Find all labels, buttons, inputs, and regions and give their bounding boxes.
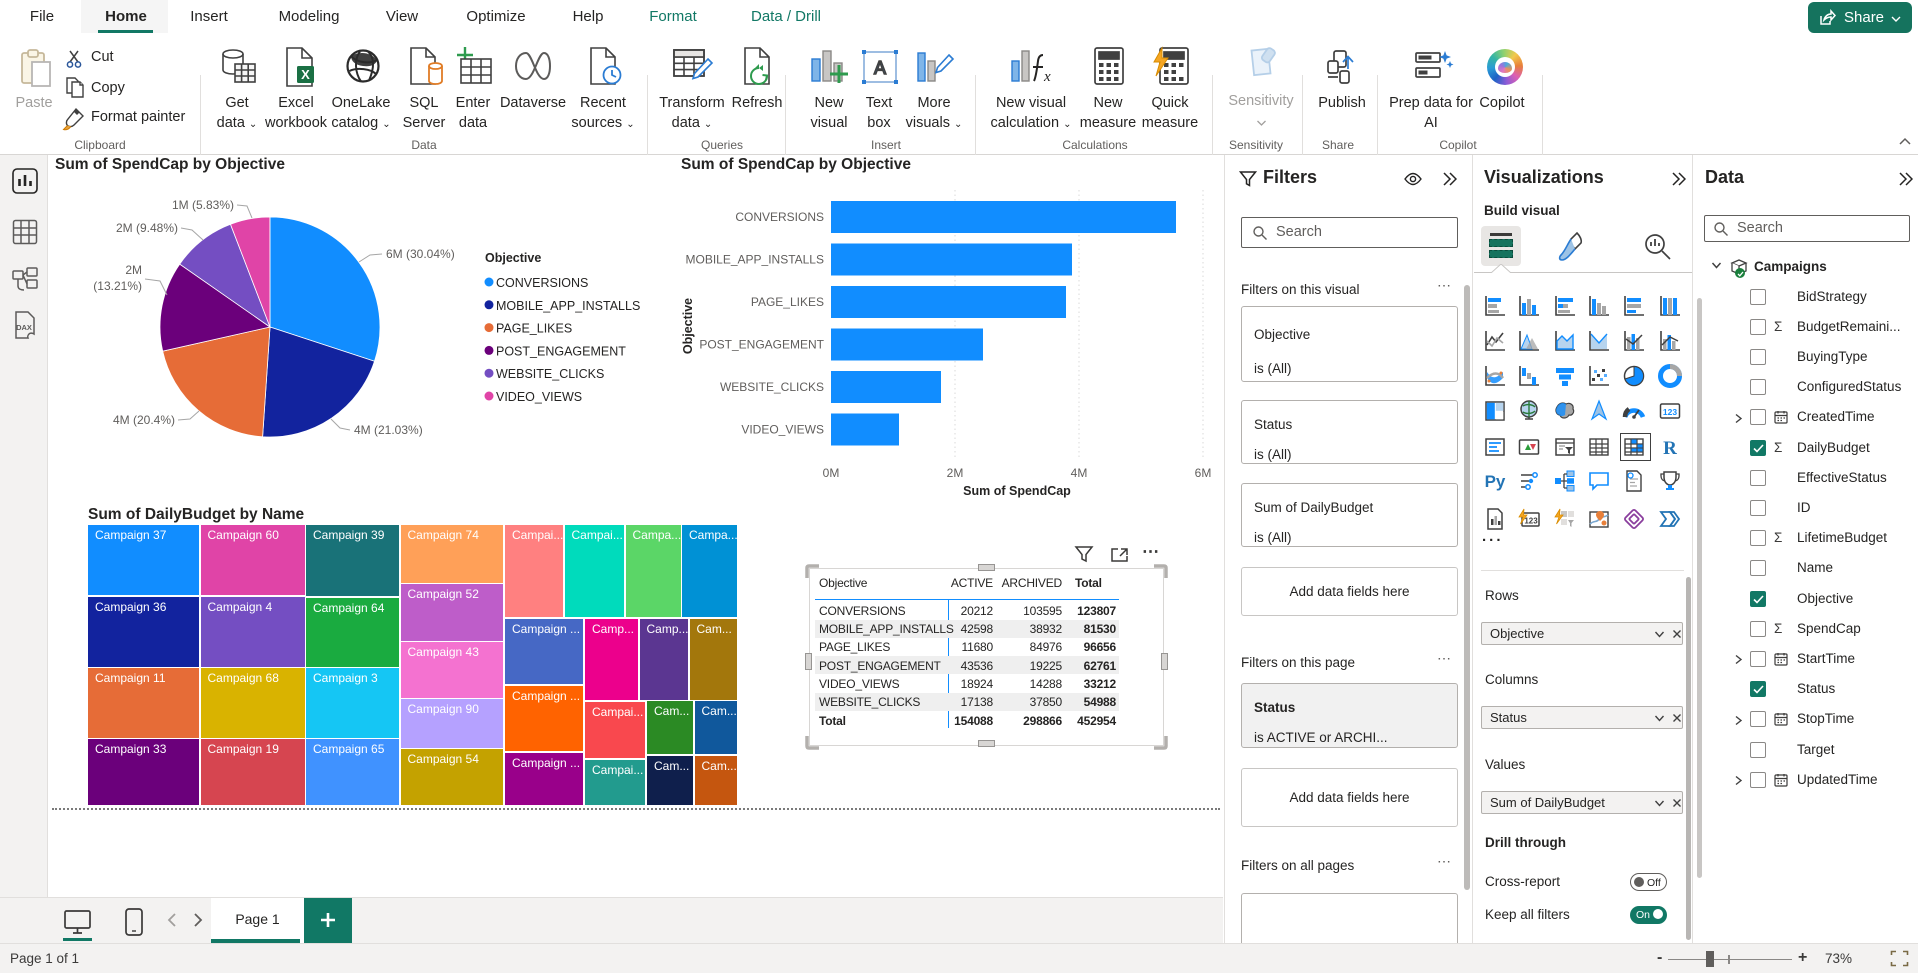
svg-text:2M: 2M xyxy=(125,263,142,277)
svg-text:123: 123 xyxy=(1663,407,1677,417)
svg-text:4M (20.4%): 4M (20.4%) xyxy=(113,413,175,427)
svg-text:6M (30.04%): 6M (30.04%) xyxy=(386,247,455,261)
svg-text:Objective: Objective xyxy=(485,251,541,265)
svg-text:0M: 0M xyxy=(823,466,840,480)
svg-text:VIDEO_VIEWS: VIDEO_VIEWS xyxy=(741,423,824,437)
svg-text:A: A xyxy=(874,58,886,78)
svg-text:CONVERSIONS: CONVERSIONS xyxy=(496,276,588,290)
svg-text:PAGE_LIKES: PAGE_LIKES xyxy=(496,322,572,336)
svg-text:1M (5.83%): 1M (5.83%) xyxy=(172,198,234,212)
svg-text:Objective: Objective xyxy=(681,298,695,354)
svg-text:6M: 6M xyxy=(1195,466,1212,480)
svg-text:POST_ENGAGEMENT: POST_ENGAGEMENT xyxy=(496,344,626,358)
svg-text:Sum of SpendCap: Sum of SpendCap xyxy=(963,484,1071,498)
svg-text:VIDEO_VIEWS: VIDEO_VIEWS xyxy=(496,390,582,404)
svg-text:x: x xyxy=(1043,69,1051,85)
svg-text:PAGE_LIKES: PAGE_LIKES xyxy=(751,295,824,309)
svg-text:(13.21%): (13.21%) xyxy=(93,279,142,293)
svg-text:4M (21.03%): 4M (21.03%) xyxy=(354,423,423,437)
svg-text:2M: 2M xyxy=(947,466,964,480)
svg-text:MOBILE_APP_INSTALLS: MOBILE_APP_INSTALLS xyxy=(685,253,824,267)
svg-text:X: X xyxy=(301,67,310,82)
svg-text:Py: Py xyxy=(1485,472,1506,491)
svg-text:MOBILE_APP_INSTALLS: MOBILE_APP_INSTALLS xyxy=(496,299,640,313)
svg-text:123: 123 xyxy=(1524,517,1538,526)
svg-text:WEBSITE_CLICKS: WEBSITE_CLICKS xyxy=(720,380,824,394)
svg-text:DAX: DAX xyxy=(16,323,32,332)
svg-text:4M: 4M xyxy=(1071,466,1088,480)
svg-text:2M (9.48%): 2M (9.48%) xyxy=(116,221,178,235)
svg-text:WEBSITE_CLICKS: WEBSITE_CLICKS xyxy=(496,367,604,381)
svg-text:CONVERSIONS: CONVERSIONS xyxy=(735,210,824,224)
svg-text:POST_ENGAGEMENT: POST_ENGAGEMENT xyxy=(699,338,824,352)
svg-text:R: R xyxy=(1663,438,1677,459)
